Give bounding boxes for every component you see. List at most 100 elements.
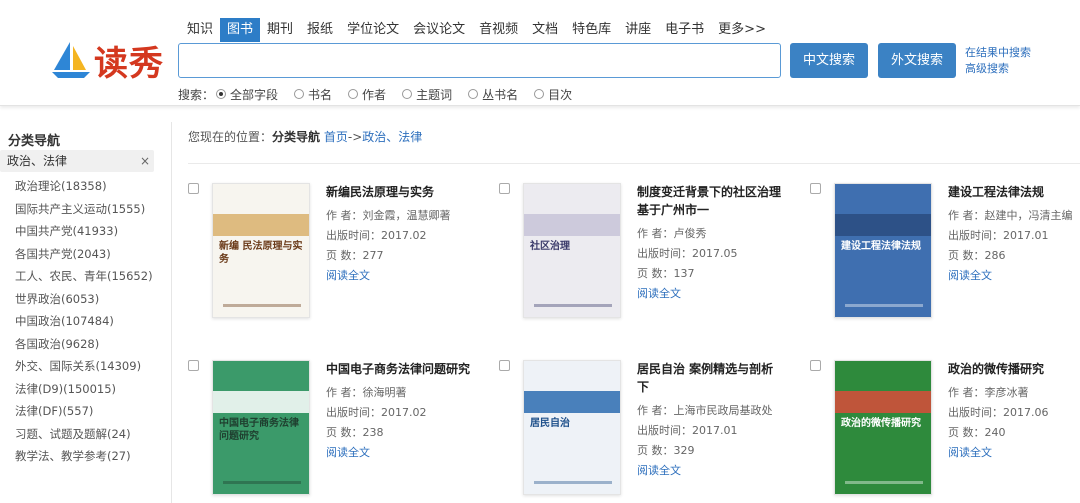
subcategory-item[interactable]: 各国政治(9628) [15, 333, 153, 356]
book-pages: 页 数：329 [637, 444, 695, 457]
field-radio-2[interactable]: 作者 [348, 86, 386, 103]
select-checkbox[interactable] [810, 360, 821, 371]
book-pages: 页 数：238 [326, 426, 384, 439]
book-title[interactable]: 制度变迁背景下的社区治理 基于广州市一 [637, 183, 787, 219]
subcategory-item[interactable]: 外交、国际关系(14309) [15, 355, 153, 378]
book-pages: 页 数：277 [326, 249, 384, 262]
nav-tab-10[interactable]: 电子书 [658, 18, 711, 42]
logo-text: 读秀 [94, 44, 164, 84]
nav-tab-4[interactable]: 学位论文 [340, 18, 406, 42]
book-publish-date: 出版时间：2017.06 [948, 406, 1049, 419]
foreign-search-button[interactable]: 外文搜索 [878, 43, 956, 78]
nav-tab-8[interactable]: 特色库 [565, 18, 618, 42]
book-title[interactable]: 新编民法原理与实务 [326, 183, 476, 201]
subcategory-item[interactable]: 中国共产党(41933) [15, 220, 153, 243]
nav-tab-2[interactable]: 期刊 [260, 18, 300, 42]
book-card: 政治的微传播研究 政治的微传播研究作 者：李彦冰著 出版时间：2017.06 页 数：… [810, 360, 1080, 503]
subcategory-item[interactable]: 法律(DF)(557) [15, 400, 153, 423]
nav-tab-3[interactable]: 报纸 [300, 18, 340, 42]
nav-tab-6[interactable]: 音视频 [472, 18, 525, 42]
book-title[interactable]: 居民自治 案例精选与剖析 下 [637, 360, 787, 396]
cover-band [213, 391, 309, 413]
field-radio-5[interactable]: 目次 [534, 86, 572, 103]
subcategory-item[interactable]: 法律(D9)(150015) [15, 378, 153, 401]
breadcrumb-separator: -> [347, 130, 363, 144]
duxiu-logo[interactable]: 读秀 [50, 40, 163, 84]
select-checkbox[interactable] [188, 360, 199, 371]
nav-tab-11[interactable]: 更多>> [711, 18, 773, 42]
nav-tab-7[interactable]: 文档 [525, 18, 565, 42]
radio-icon[interactable] [348, 89, 359, 99]
field-radio-4[interactable]: 丛书名 [468, 86, 518, 103]
book-cover[interactable]: 新编 民法原理与实务 [212, 183, 310, 318]
subcategory-item[interactable]: 国际共产主义运动(1555) [15, 198, 153, 221]
close-icon[interactable]: × [140, 150, 150, 172]
radio-icon[interactable] [534, 89, 545, 99]
field-radio-1[interactable]: 书名 [294, 86, 332, 103]
chinese-search-button[interactable]: 中文搜索 [790, 43, 868, 78]
read-full-text-link[interactable]: 阅读全文 [948, 266, 1080, 286]
cover-band [835, 391, 931, 413]
field-radio-label: 目次 [548, 87, 573, 102]
subcategory-item[interactable]: 各国共产党(2043) [15, 243, 153, 266]
sidebar-title: 分类导航 [8, 134, 61, 149]
subcategory-item[interactable]: 世界政治(6053) [15, 288, 153, 311]
cover-title: 建设工程法律法规 [841, 241, 921, 252]
nav-tab-9[interactable]: 讲座 [618, 18, 658, 42]
breadcrumb-home-link[interactable]: 首页 [324, 130, 348, 144]
book-cover[interactable]: 建设工程法律法规 [834, 183, 932, 318]
read-full-text-link[interactable]: 阅读全文 [948, 443, 1080, 463]
book-info: 新编民法原理与实务作 者：刘金霞，温慧卿著 出版时间：2017.02 页 数：277… [326, 183, 476, 286]
read-full-text-link[interactable]: 阅读全文 [326, 443, 476, 463]
book-info: 建设工程法律法规作 者：赵建中，冯清主编 出版时间：2017.01 页 数：286 阅… [948, 183, 1080, 286]
book-author: 作 者：卢俊秀 [637, 227, 707, 240]
breadcrumb-section: 分类导航 [272, 130, 321, 144]
advanced-search-link[interactable]: 高级搜索 [965, 61, 1031, 77]
nav-tab-1[interactable]: 图书 [220, 18, 261, 42]
book-card: 社区治理 制度变迁背景下的社区治理 基于广州市一作 者：卢俊秀 出版时间：2017.… [499, 183, 789, 333]
select-checkbox[interactable] [188, 183, 199, 194]
breadcrumb: 您现在的位置：分类导航 首页->政治、法律 [188, 128, 422, 145]
field-radio-0[interactable]: 全部字段 [216, 86, 278, 103]
subcategory-item[interactable]: 教学法、教学参考(27) [15, 445, 153, 468]
book-title[interactable]: 建设工程法律法规 [948, 183, 1080, 201]
search-in-results-link[interactable]: 在结果中搜索 [965, 45, 1031, 61]
book-publish-date: 出版时间：2017.02 [326, 406, 427, 419]
nav-tab-5[interactable]: 会议论文 [406, 18, 472, 42]
book-publish-date: 出版时间：2017.01 [637, 424, 738, 437]
subcategory-list: 政治理论(18358) 国际共产主义运动(1555) 中国共产党(41933) 各国共… [15, 175, 153, 468]
book-cover[interactable]: 社区治理 [523, 183, 621, 318]
read-full-text-link[interactable]: 阅读全文 [326, 266, 476, 286]
select-checkbox[interactable] [810, 183, 821, 194]
book-cover[interactable]: 居民自治 [523, 360, 621, 495]
book-title[interactable]: 政治的微传播研究 [948, 360, 1080, 378]
book-pages: 页 数：240 [948, 426, 1006, 439]
select-checkbox[interactable] [499, 360, 510, 371]
search-input[interactable] [178, 43, 781, 78]
book-cover[interactable]: 政治的微传播研究 [834, 360, 932, 495]
read-full-text-link[interactable]: 阅读全文 [637, 461, 787, 481]
cover-band [524, 391, 620, 413]
field-radio-label: 主题词 [416, 87, 453, 102]
subcategory-item[interactable]: 习题、试题及题解(24) [15, 423, 153, 446]
book-cover[interactable]: 中国电子商务法律问题研究 [212, 360, 310, 495]
search-field-options: 搜索： 全部字段 书名 作者 主题词 丛书名 目次 [178, 86, 588, 102]
nav-tab-0[interactable]: 知识 [180, 18, 220, 42]
subcategory-item[interactable]: 政治理论(18358) [15, 175, 153, 198]
book-title[interactable]: 中国电子商务法律问题研究 [326, 360, 476, 378]
subcategory-item[interactable]: 中国政治(107484) [15, 310, 153, 333]
book-info: 居民自治 案例精选与剖析 下作 者：上海市民政局基政处 出版时间：2017.01 页… [637, 360, 787, 481]
subcategory-item[interactable]: 工人、农民、青年(15652) [15, 265, 153, 288]
field-radio-3[interactable]: 主题词 [402, 86, 452, 103]
radio-icon[interactable] [294, 89, 305, 99]
cover-title: 政治的微传播研究 [841, 418, 921, 429]
breadcrumb-current-link[interactable]: 政治、法律 [362, 130, 422, 144]
book-author: 作 者：李彦冰著 [948, 386, 1029, 399]
cover-title: 社区治理 [530, 241, 570, 252]
radio-icon[interactable] [216, 89, 227, 99]
read-full-text-link[interactable]: 阅读全文 [637, 284, 787, 304]
select-checkbox[interactable] [499, 183, 510, 194]
cover-decoration [223, 481, 301, 484]
radio-icon[interactable] [468, 89, 479, 99]
radio-icon[interactable] [402, 89, 413, 99]
